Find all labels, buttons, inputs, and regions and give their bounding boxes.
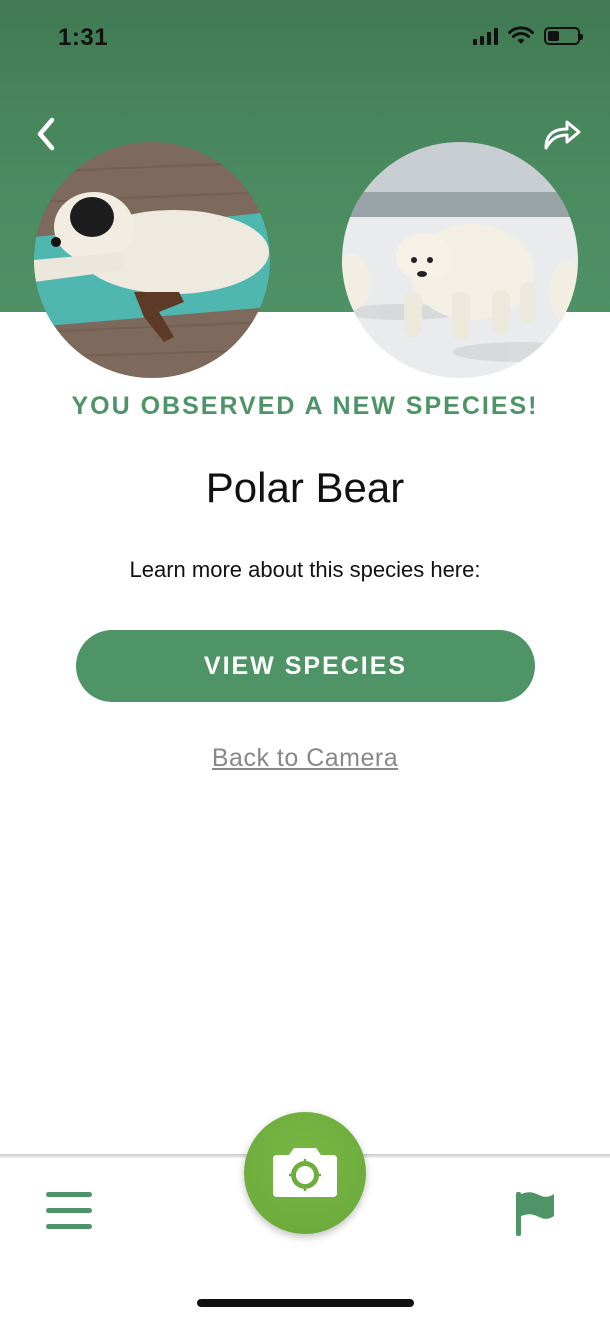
camera-button[interactable] [244, 1112, 366, 1234]
camera-icon [273, 1148, 337, 1197]
chevron-left-icon [37, 117, 55, 151]
user-photo [34, 142, 270, 378]
signal-icon [473, 27, 498, 45]
hamburger-menu-icon [46, 1192, 92, 1229]
wifi-icon [508, 26, 534, 44]
learn-more-text: Learn more about this species here: [129, 557, 481, 582]
status-icons [473, 26, 583, 46]
species-name: Polar Bear [205, 464, 405, 511]
flag-button[interactable] [512, 1188, 558, 1238]
share-arrow-icon [544, 120, 581, 150]
view-species-button[interactable]: VIEW SPECIES [76, 630, 535, 702]
flag-icon [516, 1192, 554, 1236]
back-to-camera-link[interactable]: Back to Camera [0, 744, 610, 773]
back-button[interactable] [28, 112, 68, 156]
status-time: 1:31 [58, 24, 109, 51]
species-photo [342, 142, 578, 378]
home-indicator [197, 1299, 414, 1307]
new-species-headline: YOU OBSERVED A NEW SPECIES! [71, 392, 539, 420]
battery-icon [544, 27, 583, 45]
share-button[interactable] [540, 112, 584, 156]
menu-button[interactable] [46, 1192, 92, 1232]
